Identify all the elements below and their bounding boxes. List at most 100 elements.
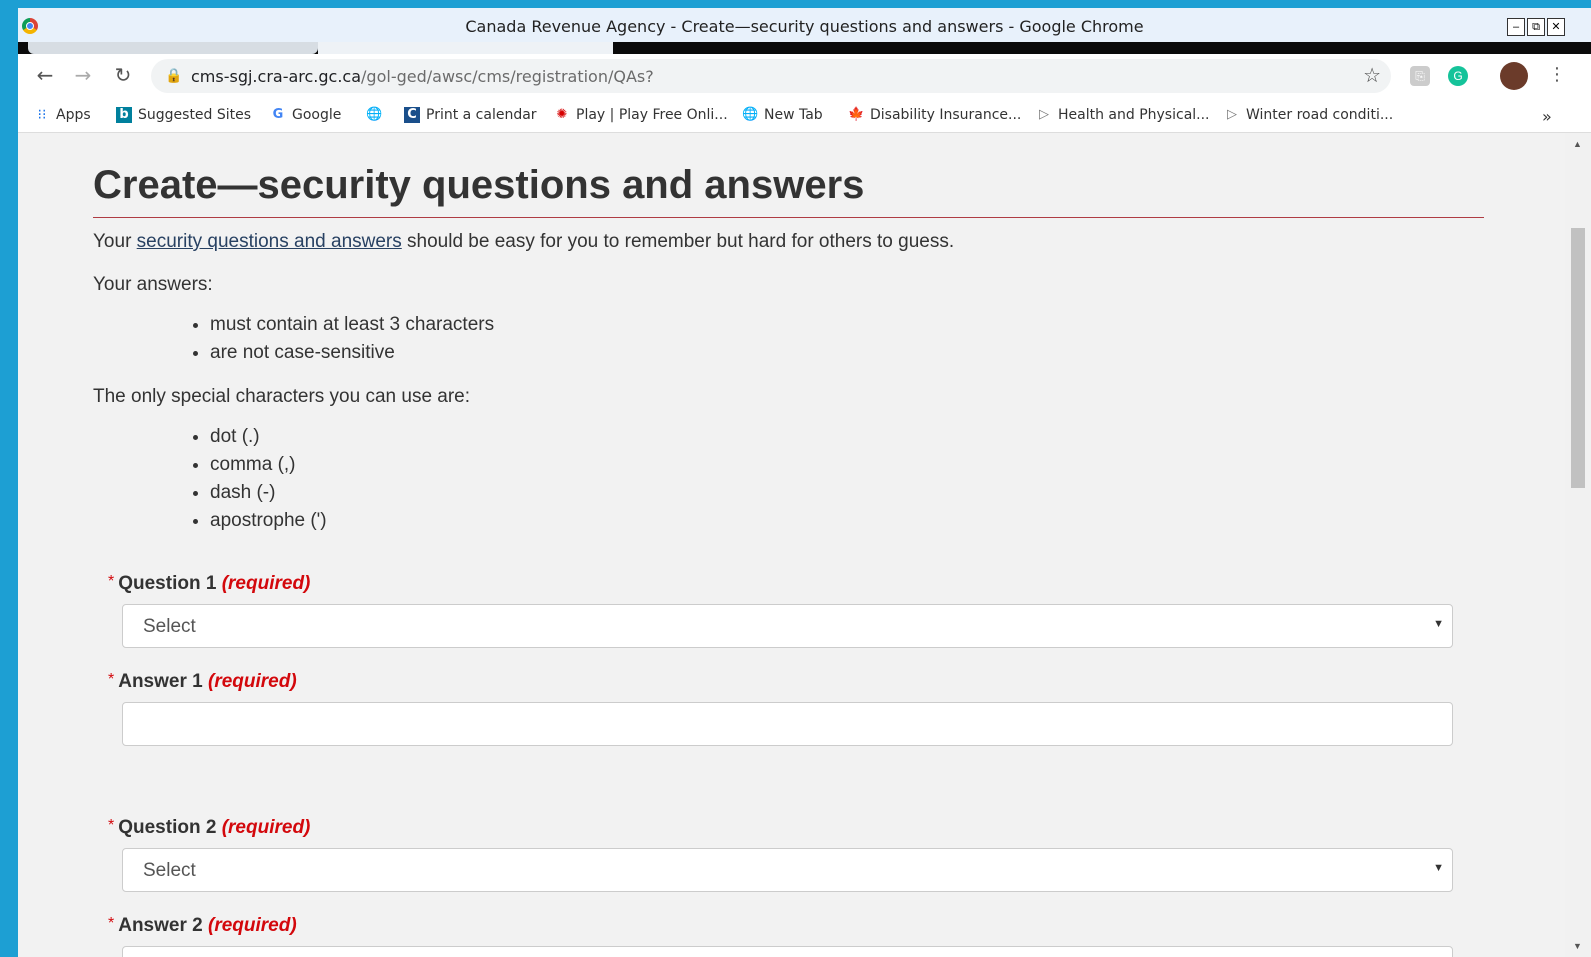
question2-select[interactable]: Select ▼ xyxy=(122,848,1453,892)
bookmark-new-tab[interactable]: 🌐 New Tab xyxy=(742,107,823,123)
globe-icon: 🌐 xyxy=(366,107,383,122)
bookmark-label: Play | Play Free Onli... xyxy=(576,107,728,123)
forward-arrow-icon[interactable]: → xyxy=(70,62,96,88)
intro-prefix: Your xyxy=(93,231,137,252)
maple-leaf-icon: 🍁 xyxy=(848,107,865,122)
play-icon: ▷ xyxy=(1227,107,1237,122)
scroll-up-icon[interactable]: ▲ xyxy=(1573,139,1582,149)
required-asterisk: * xyxy=(108,671,115,688)
bookmark-label: Print a calendar xyxy=(426,107,537,123)
bookmark-disability-insurance[interactable]: 🍁 Disability Insurance... xyxy=(848,107,1021,123)
list-item: apostrophe (') xyxy=(210,507,327,535)
calendar-icon: C xyxy=(404,107,420,123)
apps-grid-icon: ⁝⁝ xyxy=(37,107,47,123)
bookmark-winter-road[interactable]: ▷ Winter road conditi... xyxy=(1224,107,1393,123)
list-item: must contain at least 3 characters xyxy=(210,311,494,339)
answer2-field[interactable] xyxy=(122,946,1453,957)
bookmarks-bar: ⁝⁝ Apps b Suggested Sites G Google 🌐 C P… xyxy=(18,98,1591,133)
bookmark-label: Apps xyxy=(56,107,91,123)
window-controls: – ⧉ ✕ xyxy=(1505,18,1565,36)
intro-text: Your security questions and answers shou… xyxy=(93,231,954,253)
extension-icon[interactable]: ⎘ xyxy=(1410,66,1430,86)
answer1-label: * Answer 1 (required) xyxy=(108,671,297,693)
required-asterisk: * xyxy=(108,817,115,834)
answer2-label-text: Answer 2 xyxy=(118,915,203,936)
security-qa-link[interactable]: security questions and answers xyxy=(137,231,402,252)
window-title: Canada Revenue Agency - Create—security … xyxy=(465,17,1144,36)
avatar[interactable] xyxy=(1500,62,1528,90)
required-text: (required) xyxy=(208,671,297,692)
answer1-field[interactable] xyxy=(122,702,1453,746)
bookmark-label: Disability Insurance... xyxy=(870,107,1022,123)
bookmark-apps[interactable]: ⁝⁝ Apps xyxy=(34,107,91,123)
answers-heading: Your answers: xyxy=(93,274,213,295)
list-item: dash (-) xyxy=(210,479,327,507)
close-button[interactable]: ✕ xyxy=(1547,18,1565,36)
tab-2[interactable] xyxy=(318,42,613,54)
list-item: comma (,) xyxy=(210,451,327,479)
question2-selected-value: Select xyxy=(143,860,196,881)
answer-rules-list: must contain at least 3 characters are n… xyxy=(148,311,494,367)
play-icon: ▷ xyxy=(1039,107,1049,122)
page-content: Create—security questions and answers Yo… xyxy=(18,133,1565,957)
bookmark-suggested-sites[interactable]: b Suggested Sites xyxy=(116,107,251,123)
bookmark-label: Winter road conditi... xyxy=(1246,107,1394,123)
intro-suffix: should be easy for you to remember but h… xyxy=(401,231,955,252)
bookmark-star-icon[interactable]: ☆ xyxy=(1363,63,1381,88)
bookmark-label: New Tab xyxy=(764,107,823,123)
cbc-icon: ✺ xyxy=(556,107,568,122)
tab-1[interactable] xyxy=(28,42,318,54)
bookmark-print-calendar[interactable]: C Print a calendar xyxy=(404,107,537,123)
question2-label: * Question 2 (required) xyxy=(108,817,310,839)
special-chars-heading: The only special characters you can use … xyxy=(93,386,471,407)
page-scrollbar[interactable]: ▲ ▼ xyxy=(1565,133,1591,957)
address-bar[interactable]: 🔒 cms-sgj.cra-arc.gc.ca/gol-ged/awsc/cms… xyxy=(151,59,1391,93)
reload-icon[interactable]: ↻ xyxy=(110,62,136,88)
restore-button[interactable]: ⧉ xyxy=(1527,18,1545,36)
question2-label-text: Question 2 xyxy=(118,817,217,838)
dropdown-caret-icon: ▼ xyxy=(1433,618,1444,630)
dropdown-caret-icon: ▼ xyxy=(1433,862,1444,874)
title-divider xyxy=(93,217,1484,218)
browser-toolbar: ← → ↻ 🔒 cms-sgj.cra-arc.gc.ca/gol-ged/aw… xyxy=(18,54,1591,98)
scrollbar-thumb[interactable] xyxy=(1571,228,1585,488)
title-bar: Canada Revenue Agency - Create—security … xyxy=(18,8,1591,42)
answer1-label-text: Answer 1 xyxy=(118,671,203,692)
question1-select[interactable]: Select ▼ xyxy=(122,604,1453,648)
bookmark-label: Suggested Sites xyxy=(138,107,252,123)
required-text: (required) xyxy=(221,573,311,594)
url-domain: cms-sgj.cra-arc.gc.ca xyxy=(191,67,362,86)
menu-dots-icon[interactable]: ⋮ xyxy=(1544,62,1570,88)
question1-selected-value: Select xyxy=(143,616,196,637)
back-arrow-icon[interactable]: ← xyxy=(32,62,58,88)
globe-icon: 🌐 xyxy=(742,107,759,122)
lock-icon: 🔒 xyxy=(165,67,183,83)
browser-window: Canada Revenue Agency - Create—security … xyxy=(18,8,1591,957)
question1-label-text: Question 1 xyxy=(118,573,217,594)
bookmark-health-physical[interactable]: ▷ Health and Physical... xyxy=(1036,107,1210,123)
bookmark-play[interactable]: ✺ Play | Play Free Onli... xyxy=(554,107,728,123)
required-text: (required) xyxy=(208,915,297,936)
list-item: dot (.) xyxy=(210,423,327,451)
url-text[interactable]: cms-sgj.cra-arc.gc.ca/gol-ged/awsc/cms/r… xyxy=(191,67,654,86)
bookmark-label: Health and Physical... xyxy=(1058,107,1210,123)
scroll-down-icon[interactable]: ▼ xyxy=(1573,941,1582,951)
question1-label: * Question 1 (required) xyxy=(108,573,310,595)
required-asterisk: * xyxy=(108,573,115,590)
bookmark-globe[interactable]: 🌐 xyxy=(366,107,388,123)
tab-strip xyxy=(18,42,1591,54)
required-text: (required) xyxy=(221,817,311,838)
grammarly-icon[interactable]: G xyxy=(1448,66,1468,86)
minimize-button[interactable]: – xyxy=(1507,18,1525,36)
list-item: are not case-sensitive xyxy=(210,339,494,367)
bookmark-label: Google xyxy=(292,107,342,123)
special-chars-list: dot (.) comma (,) dash (-) apostrophe ('… xyxy=(148,423,327,535)
bookmarks-overflow-button[interactable]: » xyxy=(1542,107,1552,126)
bookmark-google[interactable]: G Google xyxy=(270,107,342,123)
google-g-icon: G xyxy=(272,107,284,122)
url-path: /gol-ged/awsc/cms/registration/QAs? xyxy=(361,67,654,86)
answer2-label: * Answer 2 (required) xyxy=(108,915,297,937)
page-title: Create—security questions and answers xyxy=(93,163,865,207)
required-asterisk: * xyxy=(108,915,115,932)
bing-icon: b xyxy=(116,107,132,123)
